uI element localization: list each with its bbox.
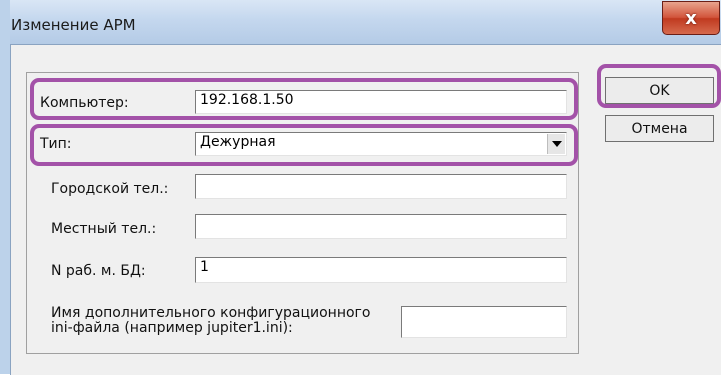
close-icon: x [685,7,697,29]
workstation-db-input[interactable]: 1 [195,257,567,283]
workstation-db-label: N раб. м. БД: [51,263,146,279]
type-select[interactable]: Дежурная [195,132,567,156]
type-label: Тип: [40,136,72,152]
dropdown-arrow-button[interactable] [547,134,565,154]
dialog-window: Изменение АРМ x Компьютер: 192.168.1.50 … [0,0,721,375]
cancel-button[interactable]: Отмена [605,115,714,142]
window-frame-left [0,0,10,374]
title-bar[interactable]: Изменение АРМ x [0,0,721,44]
close-button[interactable]: x [662,1,720,35]
ini-file-label-line2: ini-файла (например jupiter1.ini): [51,320,293,336]
ok-button[interactable]: OK [605,77,714,104]
ini-file-input[interactable] [401,306,567,338]
computer-label: Компьютер: [40,95,129,111]
computer-input[interactable]: 192.168.1.50 [195,90,567,114]
chevron-down-icon [551,141,562,147]
window-title: Изменение АРМ [11,16,136,34]
ini-file-label-line1: Имя дополнительного конфигурационного [51,305,371,321]
local-phone-label: Местный тел.: [51,221,157,237]
city-phone-input[interactable] [195,174,567,199]
local-phone-input[interactable] [195,214,567,239]
type-select-value: Дежурная [200,134,276,150]
city-phone-label: Городской тел.: [51,181,169,197]
